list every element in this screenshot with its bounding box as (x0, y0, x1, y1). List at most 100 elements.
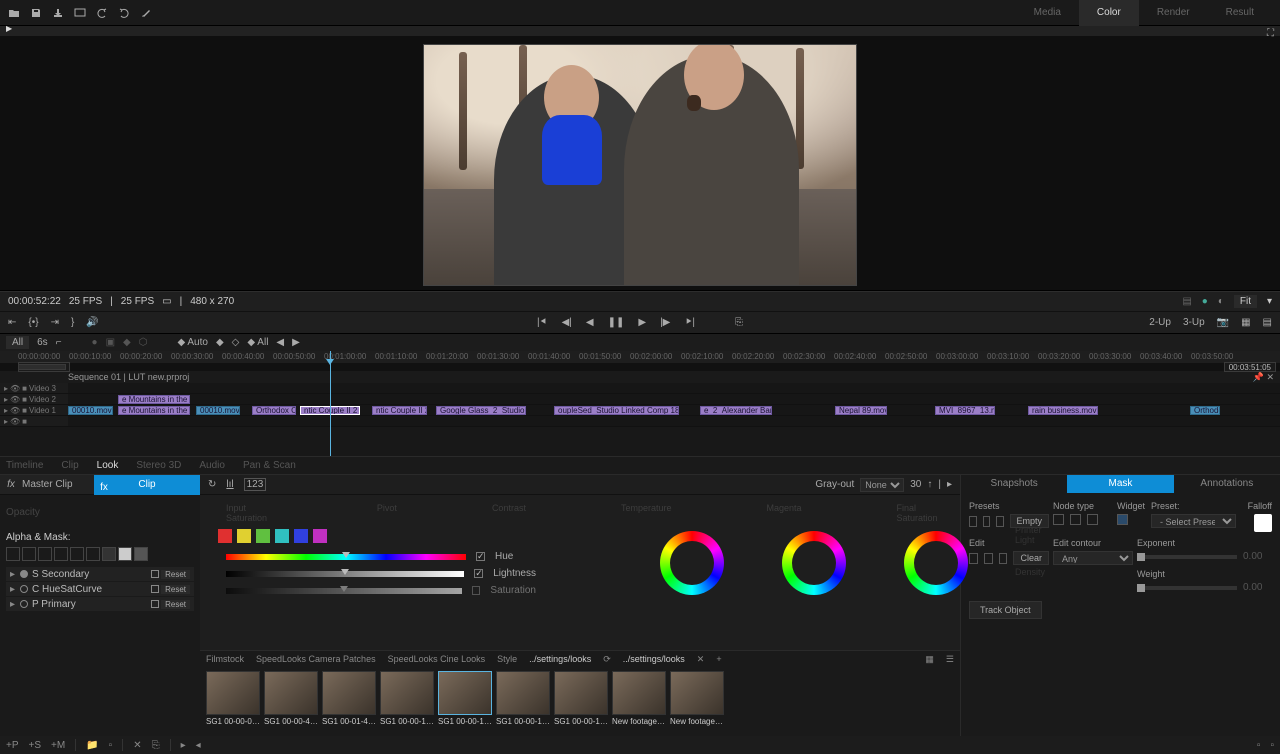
preset-rect-icon[interactable] (983, 516, 991, 527)
two-up[interactable]: 2-Up (1149, 317, 1171, 328)
viewer-handle[interactable]: ⛶ (0, 26, 1280, 36)
clip[interactable]: ntic Couple II 2 (372, 406, 427, 415)
export-icon[interactable] (52, 7, 64, 19)
tab-snapshots[interactable]: Snapshots (961, 475, 1067, 493)
am-slot[interactable] (38, 547, 52, 561)
snapshot-icon[interactable]: 📷 (1217, 317, 1229, 328)
preset-grad-icon[interactable] (996, 516, 1004, 527)
zoom-dropdown-icon[interactable]: ▾ (1267, 296, 1272, 307)
zoom-fit[interactable]: Fit (1234, 295, 1257, 308)
node-checkbox[interactable] (151, 600, 159, 608)
look-item[interactable]: SG1 00-00-12… (438, 671, 492, 732)
pause-icon[interactable]: ❚❚ (608, 317, 625, 328)
undo-icon[interactable] (96, 7, 108, 19)
kf-next-icon[interactable]: ▶ (292, 337, 300, 348)
redo-icon[interactable] (118, 7, 130, 19)
am-slot[interactable] (54, 547, 68, 561)
am-slot[interactable] (86, 547, 100, 561)
looks-tab[interactable]: Style (497, 654, 517, 664)
kf-del-icon[interactable]: ◇ (232, 337, 240, 348)
aspect-icon[interactable]: ▭ (162, 296, 171, 307)
expand-icon[interactable]: ▸ (10, 599, 20, 610)
kf-prev-icon[interactable]: ◀ (276, 337, 284, 348)
tab-result[interactable]: Result (1208, 0, 1272, 26)
clip-tab[interactable]: fx Clip (94, 475, 200, 495)
track-toggle-icon[interactable]: ▸ (4, 395, 8, 404)
grid-icon[interactable]: ▦ (1241, 317, 1250, 328)
saturation-slider[interactable] (226, 588, 462, 594)
expand-icon[interactable]: ▸ (10, 569, 20, 580)
tab-media[interactable]: Media (1016, 0, 1079, 26)
edit-add-icon[interactable] (999, 553, 1008, 564)
look-item[interactable]: New footage … (612, 671, 666, 732)
layer-node[interactable]: ▸P PrimaryReset (6, 597, 194, 611)
am-slot[interactable] (6, 547, 20, 561)
arrow-up-icon[interactable]: ↑ (927, 479, 932, 490)
preset-select[interactable]: - Select Preset - (1151, 514, 1236, 528)
lightness-slider[interactable] (226, 571, 464, 577)
color-swatch[interactable] (294, 529, 308, 543)
color-swatch[interactable] (313, 529, 327, 543)
track-lane[interactable]: e Mountains in the W (68, 394, 1280, 404)
saturation-checkbox[interactable] (472, 586, 481, 595)
node-enable-icon[interactable] (20, 585, 28, 593)
clip[interactable]: 00010.mov (196, 406, 240, 415)
tab-mask[interactable]: Mask (1067, 475, 1173, 493)
split-icon[interactable]: ◐ (1218, 296, 1224, 307)
status-right-2-icon[interactable]: ▫ (1270, 740, 1274, 751)
audio-icon[interactable]: 🔊 (86, 317, 98, 328)
layer-node[interactable]: ▸S SecondaryReset (6, 567, 194, 581)
clip[interactable]: Orthodox C (1190, 406, 1220, 415)
reset-button[interactable]: Reset (161, 570, 190, 579)
am-slot[interactable] (134, 547, 148, 561)
reset-node-icon[interactable]: ↻ (208, 479, 216, 490)
next-clip-icon[interactable]: |▶ (660, 317, 670, 328)
track-object-button[interactable]: Track Object (969, 601, 1042, 619)
clear-button[interactable]: Clear (1013, 551, 1049, 565)
channel-icon[interactable]: ▤ (1263, 317, 1272, 328)
looks-tab[interactable]: ../settings/looks (623, 654, 685, 664)
reset-button[interactable]: Reset (161, 585, 190, 594)
exponent-slider[interactable] (1137, 555, 1237, 559)
dial-value[interactable]: 30 (910, 479, 921, 490)
prev-clip-icon[interactable]: ◀| (562, 317, 572, 328)
color-wheel-lift[interactable] (660, 531, 724, 595)
look-item[interactable]: SG1 00-00-00… (206, 671, 260, 732)
panel-tab[interactable]: Audio (199, 460, 225, 471)
preset-empty-button[interactable]: Empty (1010, 514, 1050, 528)
track-toggle-icon[interactable]: ▸ (4, 406, 8, 415)
three-up[interactable]: 3-Up (1183, 317, 1205, 328)
track-lock-icon[interactable]: ■ (22, 395, 27, 404)
timeline-ruler[interactable]: 00:00:00:0000:00:10:0000:00:20:0000:00:3… (0, 351, 1280, 363)
expand-icon[interactable]: ▸ (10, 584, 20, 595)
clip[interactable]: MVI_8967_13.mov (935, 406, 995, 415)
status-new-icon[interactable]: ▫ (109, 740, 113, 751)
seq-pin-icon[interactable]: 📌 (1253, 372, 1264, 382)
look-item[interactable]: SG1 00-00-12… (380, 671, 434, 732)
kf-auto[interactable]: ◆ Auto (177, 337, 208, 348)
track-lock-icon[interactable]: ■ (22, 384, 27, 393)
track-eye-icon[interactable]: 👁 (10, 395, 20, 404)
track-lane[interactable]: 00010.move Mountains in the W00010.movOr… (68, 405, 1280, 415)
mark-out-icon[interactable]: } (71, 317, 74, 328)
color-wheel-gain[interactable] (904, 531, 968, 595)
look-item[interactable]: SG1 00-00-45… (264, 671, 318, 732)
falloff-swatch[interactable] (1254, 514, 1272, 532)
goto-end-icon[interactable]: ⯈| (684, 317, 695, 328)
add-tab-icon[interactable]: + (716, 654, 721, 664)
status-b-icon[interactable]: ◂ (196, 740, 201, 751)
hue-slider[interactable] (226, 554, 466, 560)
node-checkbox[interactable] (151, 570, 159, 578)
clip[interactable]: e Mountains in the W (118, 406, 190, 415)
playhead[interactable] (330, 351, 331, 456)
screen-icon[interactable] (74, 7, 86, 19)
track-eye-icon[interactable]: 👁 (10, 417, 20, 426)
goto-out-icon[interactable]: ⇥ (51, 317, 59, 328)
grayout-select[interactable]: None (860, 478, 904, 492)
clip[interactable]: Orthodox C (252, 406, 296, 415)
clip[interactable]: e_2_Alexander Bar Lin (700, 406, 772, 415)
am-slot[interactable] (70, 547, 84, 561)
track-eye-icon[interactable]: 👁 (10, 406, 20, 415)
am-slot[interactable] (102, 547, 116, 561)
looks-tab[interactable]: ../settings/looks (529, 654, 591, 664)
